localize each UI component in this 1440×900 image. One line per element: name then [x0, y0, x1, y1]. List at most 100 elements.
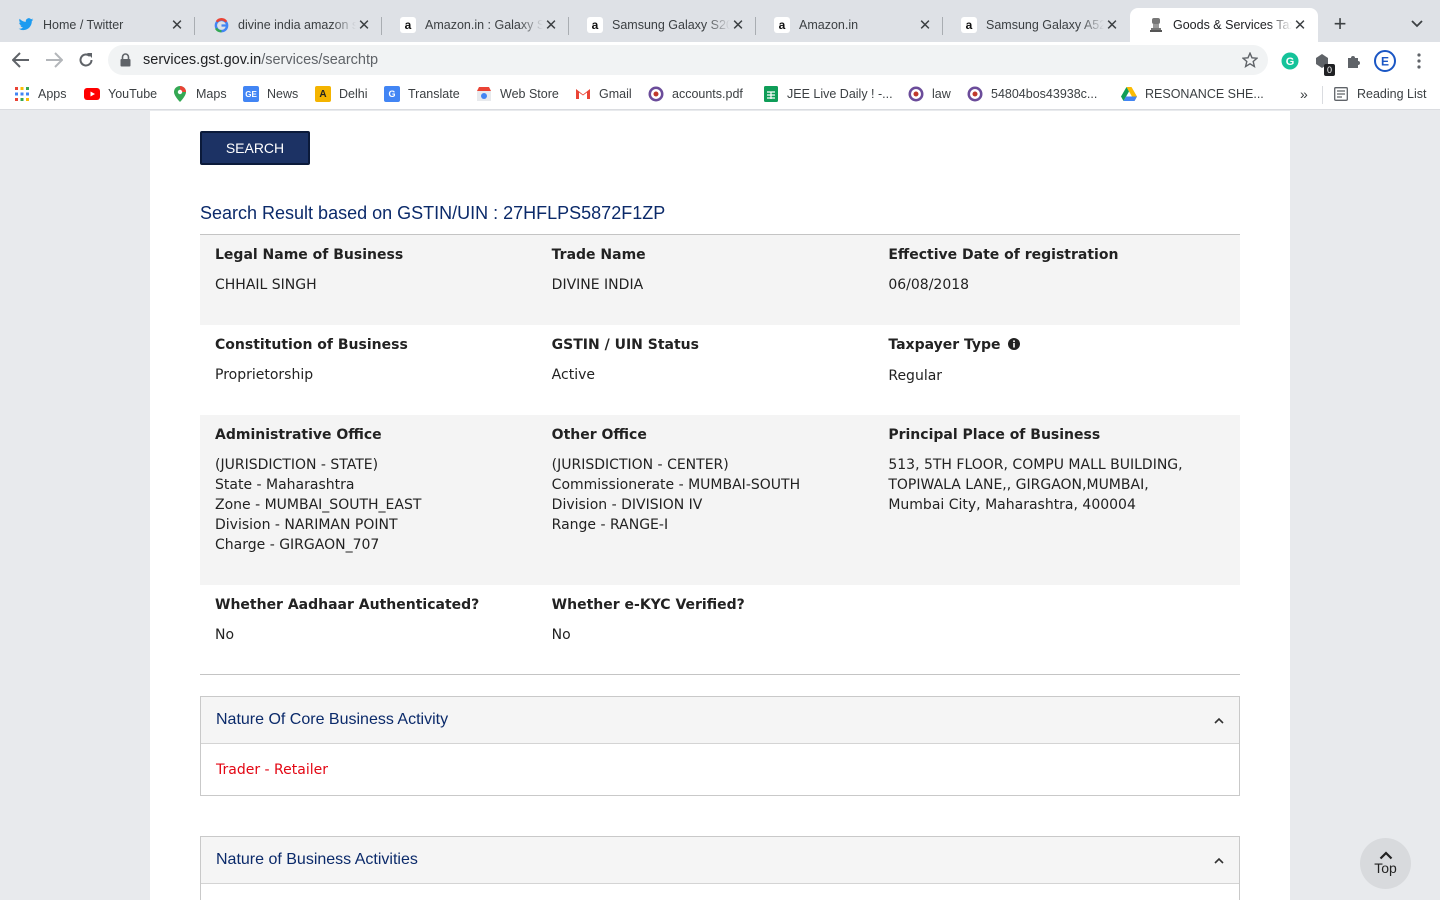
reading-list-icon	[1333, 86, 1349, 102]
other-office-label: Other Office	[551, 427, 647, 443]
other-office-cell: Other Office (JURISDICTION - CENTER) Com…	[552, 425, 889, 585]
tab-google-search[interactable]: divine india amazon s ✕	[195, 8, 382, 42]
taxpayer-type-cell: Taxpayer Type Regular	[888, 335, 1225, 415]
status-value: Active	[551, 367, 595, 383]
close-icon[interactable]: ✕	[169, 16, 185, 34]
tab-title: Goods & Services Tax	[1173, 18, 1292, 32]
bookmark-label: Gmail	[599, 87, 632, 101]
tab-amazon-in[interactable]: a Amazon.in ✕	[756, 8, 943, 42]
grammarly-icon[interactable]: G	[1279, 50, 1301, 72]
core-activity-header[interactable]: Nature Of Core Business Activity	[201, 697, 1239, 744]
tab-title: Amazon.in : Galaxy S2	[425, 18, 543, 32]
principal-place-label: Principal Place of Business	[888, 427, 1101, 443]
bookmarks-overflow-chevron-icon[interactable]: »	[1300, 84, 1308, 104]
bookmark-label: law	[932, 87, 951, 101]
extension-badge: 0	[1323, 64, 1335, 76]
bookmark-translate[interactable]: G Translate	[384, 84, 460, 104]
puzzle-extensions-icon[interactable]	[1343, 50, 1365, 72]
tab-gst-active[interactable]: Goods & Services Tax ✕	[1130, 8, 1318, 42]
svg-text:E: E	[1381, 55, 1389, 69]
bookmarks-bar: Apps YouTube Maps GE News A Delhi G Tran…	[0, 78, 1440, 110]
close-icon[interactable]: ✕	[730, 16, 746, 34]
top-label: Top	[1374, 860, 1397, 876]
close-icon[interactable]: ✕	[1292, 16, 1308, 34]
ekyc-value: No	[551, 627, 571, 643]
amazon-icon: a	[961, 17, 977, 33]
twitter-icon	[18, 17, 34, 33]
effective-date-cell: Effective Date of registration 06/08/201…	[888, 245, 1225, 325]
bookmark-label: Delhi	[339, 87, 368, 101]
back-to-top-button[interactable]: Top	[1360, 838, 1411, 889]
new-tab-button[interactable]: +	[1328, 12, 1352, 36]
tab-amazon-galaxy-s2[interactable]: a Amazon.in : Galaxy S2 ✕	[382, 8, 569, 42]
other-office-line: (JURISDICTION - CENTER)	[551, 457, 729, 473]
bookmark-delhi[interactable]: A Delhi	[315, 84, 368, 104]
forward-arrow-icon[interactable]	[42, 48, 66, 72]
core-activity-panel: Nature Of Core Business Activity Trader …	[200, 696, 1240, 796]
ekyc-label: Whether e-KYC Verified?	[551, 597, 745, 613]
extension-counter-icon[interactable]: 0	[1311, 50, 1335, 76]
tab-search-chevron-icon[interactable]	[1406, 14, 1428, 34]
tab-title: divine india amazon s	[238, 18, 356, 32]
tab-twitter[interactable]: Home / Twitter ✕	[0, 8, 195, 42]
bookmark-jee-live[interactable]: JEE Live Daily ! -...	[763, 84, 893, 104]
youtube-icon	[84, 86, 100, 102]
chevron-up-icon[interactable]	[1214, 857, 1224, 864]
tab-title: Home / Twitter	[43, 18, 124, 32]
reload-icon[interactable]	[74, 48, 98, 72]
tab-samsung-a52[interactable]: a Samsung Galaxy A52 ✕	[943, 8, 1130, 42]
admin-office-line: Division - NARIMAN POINT	[215, 517, 398, 533]
business-activities-header[interactable]: Nature of Business Activities	[201, 837, 1239, 884]
other-office-line: Range - RANGE-I	[551, 517, 669, 533]
status-cell: GSTIN / UIN Status Active	[552, 335, 889, 415]
reading-list-label: Reading List	[1357, 87, 1427, 101]
lock-icon[interactable]	[120, 53, 131, 67]
chevron-up-icon[interactable]	[1214, 717, 1224, 724]
bookmark-apps[interactable]: Apps	[14, 84, 67, 104]
bookmark-gmail[interactable]: Gmail	[575, 84, 632, 104]
translate-icon: G	[384, 86, 400, 102]
search-button[interactable]: SEARCH	[200, 131, 310, 165]
close-icon[interactable]: ✕	[356, 16, 372, 34]
back-arrow-icon[interactable]	[9, 48, 33, 72]
ekyc-cell: Whether e-KYC Verified? No	[552, 595, 889, 674]
address-bar[interactable]: services.gst.gov.in/services/searchtp	[108, 45, 1268, 75]
info-icon[interactable]	[1008, 336, 1021, 356]
business-activities-title: Nature of Business Activities	[216, 851, 418, 868]
principal-place-line: TOPIWALA LANE,, GIRGAON,MUMBAI,	[888, 477, 1149, 493]
admin-office-line: (JURISDICTION - STATE)	[215, 457, 379, 473]
google-icon	[213, 17, 229, 33]
bookmark-label: RESONANCE SHE...	[1145, 87, 1264, 101]
close-icon[interactable]: ✕	[917, 16, 933, 34]
business-activities-panel: Nature of Business Activities	[200, 836, 1240, 900]
seal-icon	[967, 86, 983, 102]
other-office-line: Commissionerate - MUMBAI-SOUTH	[551, 477, 801, 493]
bookmark-web-store[interactable]: Web Store	[476, 84, 559, 104]
gmail-icon	[575, 86, 591, 102]
close-icon[interactable]: ✕	[543, 16, 559, 34]
bookmark-law[interactable]: law	[908, 84, 951, 104]
details-row: Constitution of Business Proprietorship …	[200, 325, 1240, 415]
details-row: Administrative Office (JURISDICTION - ST…	[200, 415, 1240, 585]
bookmark-maps[interactable]: Maps	[172, 84, 227, 104]
principal-place-line: 513, 5TH FLOOR, COMPU MALL BUILDING,	[888, 457, 1183, 473]
aadhaar-value: No	[215, 627, 235, 643]
legal-name-cell: Legal Name of Business CHHAIL SINGH	[215, 245, 552, 325]
tab-title: Samsung Galaxy S20	[612, 18, 730, 32]
trade-name-cell: Trade Name DIVINE INDIA	[552, 245, 889, 325]
bookmark-youtube[interactable]: YouTube	[84, 84, 157, 104]
bookmark-news[interactable]: GE News	[243, 84, 298, 104]
bookmark-accounts-pdf[interactable]: accounts.pdf	[648, 84, 743, 104]
tab-samsung-s20[interactable]: a Samsung Galaxy S20 ✕	[569, 8, 756, 42]
bookmark-star-icon[interactable]	[1242, 52, 1258, 68]
close-icon[interactable]: ✕	[1104, 16, 1120, 34]
reading-list[interactable]: Reading List	[1333, 84, 1427, 104]
bookmark-resonance[interactable]: RESONANCE SHE...	[1121, 84, 1264, 104]
core-activity-title: Nature Of Core Business Activity	[216, 711, 449, 728]
bookmark-label: Translate	[408, 87, 460, 101]
sheets-icon	[763, 86, 779, 102]
news-icon: GE	[243, 86, 259, 102]
profile-avatar-icon[interactable]: E	[1374, 50, 1396, 72]
bookmark-54804bos[interactable]: 54804bos43938c...	[967, 84, 1097, 104]
browser-menu-icon[interactable]	[1408, 50, 1430, 72]
